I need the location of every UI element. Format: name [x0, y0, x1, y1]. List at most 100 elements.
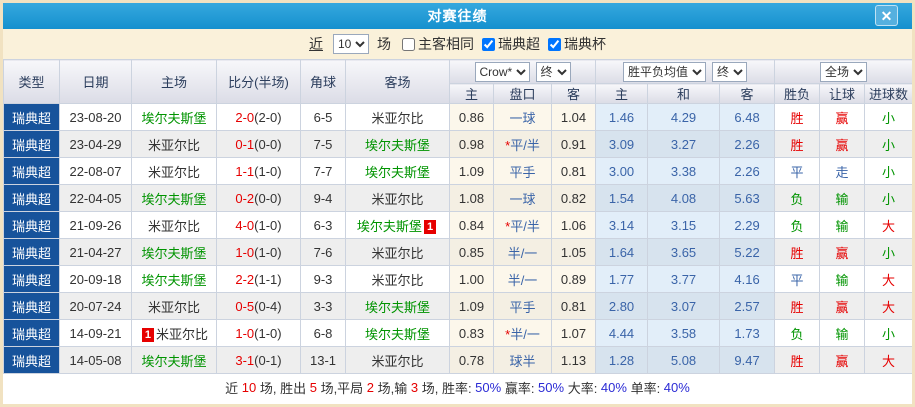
home-team-cell: 米亚尔比 [132, 131, 217, 158]
summary-segment: 5 [310, 380, 317, 395]
cup-label: 瑞典杯 [564, 34, 606, 54]
date-cell: 20-07-24 [60, 293, 132, 320]
avg-draw-cell: 4.29 [648, 104, 720, 131]
crown-handicap-cell: *平/半 [494, 131, 552, 158]
avg-home-cell: 3.09 [596, 131, 648, 158]
col-header-avg-away: 客 [720, 84, 775, 104]
result-goals-cell: 大 [865, 266, 913, 293]
date-cell: 22-04-05 [60, 185, 132, 212]
score-cell: 0-1(0-0) [217, 131, 301, 158]
league-cell: 瑞典超 [4, 185, 60, 212]
avg-away-cell: 5.22 [720, 239, 775, 266]
summary-segment: 2 [367, 380, 374, 395]
crown-away-odds-cell: 0.89 [552, 266, 596, 293]
away-team-cell: 埃尔夫斯堡 [346, 158, 450, 185]
col-header-date: 日期 [60, 60, 132, 104]
avg-final-select[interactable]: 终 [712, 62, 747, 82]
crown-away-odds-cell: 1.07 [552, 320, 596, 347]
summary-segment: 单率: [627, 378, 664, 397]
away-team-cell: 米亚尔比 [346, 185, 450, 212]
corners-cell: 7-7 [301, 158, 346, 185]
crown-away-odds-cell: 0.91 [552, 131, 596, 158]
fullmatch-select[interactable]: 全场 [820, 62, 867, 82]
col-header-result-wdl: 胜负 [775, 84, 820, 104]
home-team-cell: 1米亚尔比 [132, 320, 217, 347]
match-count-select[interactable]: 10 [333, 34, 369, 54]
match-row: 瑞典超14-05-08埃尔夫斯堡3-1(0-1)13-1米亚尔比0.78球半1.… [4, 347, 913, 374]
date-cell: 23-04-29 [60, 131, 132, 158]
result-handicap-cell: 走 [820, 158, 865, 185]
result-goals-cell: 大 [865, 293, 913, 320]
crown-final-select[interactable]: 终 [536, 62, 571, 82]
avg-away-cell: 4.16 [720, 266, 775, 293]
league-label: 瑞典超 [498, 34, 540, 54]
avg-away-cell: 5.63 [720, 185, 775, 212]
crown-away-odds-cell: 0.81 [552, 293, 596, 320]
crown-home-odds-cell: 0.84 [450, 212, 494, 239]
cup-checkbox[interactable] [548, 38, 561, 51]
avg-home-cell: 1.46 [596, 104, 648, 131]
col-header-avg-home: 主 [596, 84, 648, 104]
away-team-cell: 米亚尔比 [346, 266, 450, 293]
away-team-cell: 埃尔夫斯堡 [346, 293, 450, 320]
home-team-cell: 埃尔夫斯堡 [132, 185, 217, 212]
col-header-avg-draw: 和 [648, 84, 720, 104]
result-goals-cell: 小 [865, 185, 913, 212]
same-venue-checkbox[interactable] [402, 38, 415, 51]
bookmaker-select[interactable]: Crow* [475, 62, 530, 82]
result-wdl-cell: 平 [775, 266, 820, 293]
score-cell: 1-0(1-0) [217, 239, 301, 266]
away-team-cell: 埃尔夫斯堡 [346, 320, 450, 347]
avg-select[interactable]: 胜平负均值 [623, 62, 706, 82]
league-checkbox[interactable] [482, 38, 495, 51]
h2h-table: 类型 日期 主场 比分(半场) 角球 客场 Crow* 终 [3, 59, 913, 374]
close-button[interactable]: ✕ [875, 5, 898, 26]
away-team-cell: 埃尔夫斯堡1 [346, 212, 450, 239]
titlebar: 对赛往绩 ✕ [3, 3, 912, 29]
crown-home-odds-cell: 0.78 [450, 347, 494, 374]
match-row: 瑞典超22-08-07米亚尔比1-1(1-0)7-7埃尔夫斯堡1.09平手0.8… [4, 158, 913, 185]
score-cell: 4-0(1-0) [217, 212, 301, 239]
result-goals-cell: 小 [865, 104, 913, 131]
matches-unit-label: 场 [377, 34, 391, 54]
avg-draw-cell: 3.65 [648, 239, 720, 266]
corners-cell: 6-5 [301, 104, 346, 131]
league-cell: 瑞典超 [4, 104, 60, 131]
crown-home-odds-cell: 0.85 [450, 239, 494, 266]
home-team-cell: 埃尔夫斯堡 [132, 266, 217, 293]
header-group-row: 类型 日期 主场 比分(半场) 角球 客场 Crow* 终 [4, 60, 913, 84]
crown-away-odds-cell: 1.05 [552, 239, 596, 266]
avg-home-cell: 1.54 [596, 185, 648, 212]
crown-home-odds-cell: 1.08 [450, 185, 494, 212]
filter-bar: 近 10 场 主客相同 瑞典超 瑞典杯 [3, 29, 912, 59]
crown-home-odds-cell: 1.00 [450, 266, 494, 293]
result-handicap-cell: 赢 [820, 239, 865, 266]
league-cell: 瑞典超 [4, 158, 60, 185]
match-row: 瑞典超14-09-211米亚尔比1-0(1-0)6-8埃尔夫斯堡0.83*半/一… [4, 320, 913, 347]
score-cell: 2-0(2-0) [217, 104, 301, 131]
avg-draw-cell: 3.77 [648, 266, 720, 293]
crown-away-odds-cell: 1.04 [552, 104, 596, 131]
avg-home-cell: 4.44 [596, 320, 648, 347]
date-cell: 21-09-26 [60, 212, 132, 239]
avg-draw-cell: 3.07 [648, 293, 720, 320]
crown-handicap-cell: *半/一 [494, 320, 552, 347]
corners-cell: 6-8 [301, 320, 346, 347]
table-body: 瑞典超23-08-20埃尔夫斯堡2-0(2-0)6-5米亚尔比0.86一球1.0… [4, 104, 913, 374]
avg-home-cell: 2.80 [596, 293, 648, 320]
corners-cell: 13-1 [301, 347, 346, 374]
crown-away-odds-cell: 1.06 [552, 212, 596, 239]
date-cell: 20-09-18 [60, 266, 132, 293]
home-team-cell: 米亚尔比 [132, 212, 217, 239]
recent-link[interactable]: 近 [309, 34, 323, 54]
summary-segment: 10 [242, 380, 256, 395]
avg-home-cell: 1.64 [596, 239, 648, 266]
crown-handicap-cell: 一球 [494, 104, 552, 131]
summary-footer: 近 10 场, 胜出 5 场,平局 2 场,输 3 场, 胜率: 50% 赢率:… [3, 374, 912, 401]
avg-away-cell: 1.73 [720, 320, 775, 347]
crown-away-odds-cell: 0.82 [552, 185, 596, 212]
avg-home-cell: 1.28 [596, 347, 648, 374]
summary-segment: 40% [601, 380, 627, 395]
summary-segment: 大率: [564, 378, 601, 397]
summary-segment: 50% [475, 380, 501, 395]
